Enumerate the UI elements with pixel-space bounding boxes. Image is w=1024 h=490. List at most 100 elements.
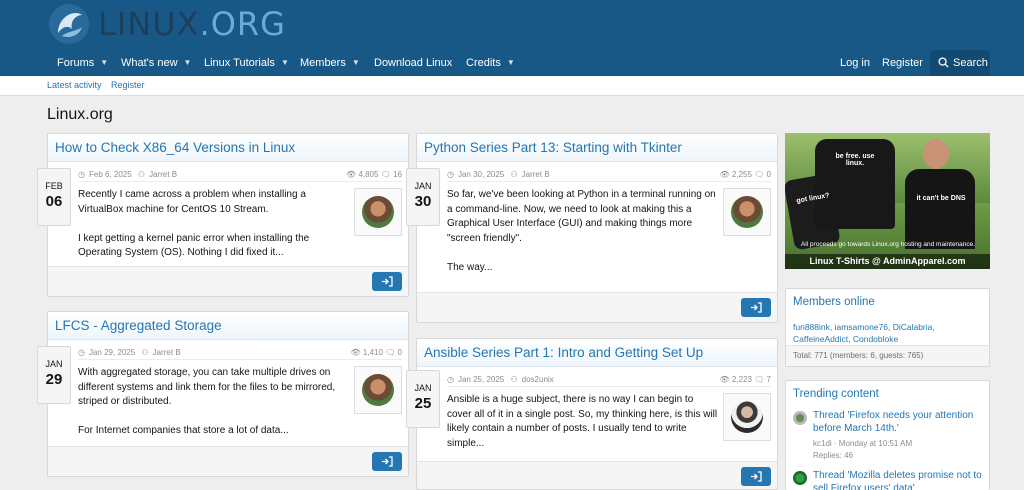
nav-credits[interactable]: Credits ▼ — [466, 50, 515, 76]
view-count: 4,805 — [358, 170, 379, 179]
article-snippet: So far, we've been looking at Python in … — [447, 188, 719, 290]
reply-count: 16 — [393, 170, 402, 179]
subnav-register-link[interactable]: Register — [111, 80, 145, 90]
read-more-button[interactable] — [741, 298, 771, 317]
register-link[interactable]: Register — [882, 50, 923, 76]
article-meta: ◷ Jan 29, 2025 ⚇ Jarret B — [78, 348, 185, 357]
nav-linux-tutorials[interactable]: Linux Tutorials ▼ — [204, 50, 289, 76]
model-head — [923, 139, 949, 169]
avatar — [362, 374, 394, 406]
sign-in-arrow-icon — [382, 276, 393, 287]
page-title: Linux.org — [47, 106, 113, 123]
avatar — [362, 196, 394, 228]
article-date[interactable]: Jan 25, 2025 — [458, 375, 504, 384]
article-author[interactable]: dos2unix — [522, 375, 554, 384]
logo-text: LINUX.ORG — [98, 5, 286, 43]
members-online-block: Members online fun888ink, iamsamone76, D… — [785, 288, 990, 367]
trending-block: Trending content Thread 'Firefox needs y… — [785, 380, 990, 490]
avatar — [731, 401, 763, 433]
trending-meta: kc1di · Monday at 10:51 AM — [813, 439, 913, 448]
article-header: How to Check X86_64 Versions in Linux — [48, 134, 408, 162]
article-snippet: Recently I came across a problem when in… — [78, 188, 350, 275]
comments-icon: 🗨 — [385, 348, 396, 357]
chevron-down-icon: ▼ — [351, 58, 360, 67]
article-card: Ansible Series Part 1: Intro and Getting… — [416, 338, 778, 490]
snippet-paragraph: The way... — [447, 261, 493, 273]
user-icon: ⚇ — [510, 375, 518, 384]
nav-download-linux[interactable]: Download Linux — [374, 50, 452, 76]
divider — [447, 181, 771, 182]
read-more-button[interactable] — [372, 452, 402, 471]
members-online-title[interactable]: Members online — [793, 296, 875, 308]
article-footer — [48, 446, 408, 476]
article-date[interactable]: Jan 30, 2025 — [458, 170, 504, 179]
article-author[interactable]: Jarret B — [153, 348, 181, 357]
author-avatar[interactable] — [723, 188, 771, 236]
article-stats: 👁 1,410 🗨 0 — [351, 348, 403, 357]
clock-icon: ◷ — [447, 170, 454, 179]
date-month: JAN — [414, 181, 432, 191]
nav-whats-new[interactable]: What's new ▼ — [121, 50, 191, 76]
article-date[interactable]: Feb 6, 2025 — [89, 170, 132, 179]
latest-activity-link[interactable]: Latest activity — [47, 80, 102, 90]
snippet-paragraph: Recently I came across a problem when in… — [78, 189, 306, 215]
article-title[interactable]: Python Series Part 13: Starting with Tki… — [424, 140, 682, 155]
article-footer — [417, 461, 777, 489]
penguin-logo-icon — [49, 4, 89, 44]
comments-icon: 🗨 — [754, 375, 765, 384]
article-date[interactable]: Jan 29, 2025 — [89, 348, 135, 357]
article-header: Python Series Part 13: Starting with Tki… — [417, 134, 777, 162]
search-button[interactable]: Search — [930, 50, 990, 76]
login-link[interactable]: Log in — [840, 50, 870, 76]
site-header: LINUX.ORG Forums ▼ What's new ▼ Linux Tuto… — [0, 0, 1024, 76]
read-more-button[interactable] — [741, 467, 771, 486]
trending-item[interactable]: Thread 'Firefox needs your attention bef… — [793, 409, 985, 461]
trending-thread-title[interactable]: Thread 'Firefox needs your attention bef… — [813, 409, 985, 435]
article-snippet: With aggregated storage, you can take mu… — [78, 366, 350, 453]
author-avatar[interactable] — [354, 366, 402, 414]
tshirt-promo-banner[interactable]: be free. use linux. got linux? it can't … — [785, 133, 990, 269]
avatar — [793, 411, 807, 425]
reply-count: 0 — [766, 170, 771, 179]
trending-thread-title[interactable]: Thread 'Mozilla deletes promise not to s… — [813, 469, 985, 490]
chevron-down-icon: ▼ — [506, 58, 515, 67]
date-tab: JAN 30 — [406, 168, 440, 226]
article-meta: ◷ Feb 6, 2025 ⚇ Jarret B — [78, 170, 181, 179]
article-author[interactable]: Jarret B — [522, 170, 550, 179]
eye-icon: 👁 — [350, 348, 361, 357]
clock-icon: ◷ — [78, 348, 85, 357]
clock-icon: ◷ — [78, 170, 85, 179]
sign-in-arrow-icon — [751, 302, 762, 313]
comments-icon: 🗨 — [380, 170, 391, 179]
user-icon: ⚇ — [510, 170, 518, 179]
trending-title[interactable]: Trending content — [793, 388, 879, 400]
online-users-list[interactable]: fun888ink, iamsamone76, DiCalabria, Caff… — [793, 321, 983, 345]
site-logo[interactable]: LINUX.ORG — [48, 3, 286, 45]
comments-icon: 🗨 — [754, 170, 765, 179]
nav-members[interactable]: Members ▼ — [300, 50, 360, 76]
reply-count: 0 — [397, 348, 402, 357]
model-photo — [905, 135, 975, 249]
date-day: 06 — [45, 193, 63, 210]
article-title[interactable]: Ansible Series Part 1: Intro and Getting… — [424, 345, 703, 360]
sign-in-arrow-icon — [751, 471, 762, 482]
view-count: 2,255 — [731, 170, 752, 179]
article-title[interactable]: LFCS - Aggregated Storage — [55, 318, 222, 333]
read-more-button[interactable] — [372, 272, 402, 291]
date-month: JAN — [414, 383, 432, 393]
nav-forums[interactable]: Forums ▼ — [57, 50, 108, 76]
view-count: 1,410 — [362, 348, 383, 357]
article-footer — [417, 292, 777, 322]
author-avatar[interactable] — [723, 393, 771, 441]
chevron-down-icon: ▼ — [100, 58, 109, 67]
trending-item[interactable]: Thread 'Mozilla deletes promise not to s… — [793, 469, 985, 490]
chevron-down-icon: ▼ — [183, 58, 192, 67]
trending-replies: Replies: 46 — [813, 451, 854, 460]
article-snippet: Ansible is a huge subject, there is no w… — [447, 393, 719, 466]
promo-note: All proceeds go towards Linux.org hostin… — [800, 241, 976, 248]
article-card: Python Series Part 13: Starting with Tki… — [416, 133, 778, 323]
article-title[interactable]: How to Check X86_64 Versions in Linux — [55, 140, 295, 155]
author-avatar[interactable] — [354, 188, 402, 236]
article-author[interactable]: Jarret B — [149, 170, 177, 179]
snippet-paragraph: With aggregated storage, you can take mu… — [78, 367, 336, 407]
